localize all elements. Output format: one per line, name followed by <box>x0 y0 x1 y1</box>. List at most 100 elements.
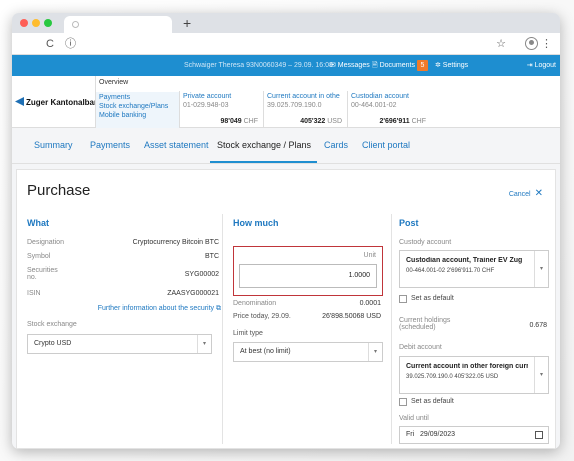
column-divider <box>222 214 223 444</box>
tab-payments[interactable]: Payments <box>90 140 130 150</box>
account-tile-private[interactable]: Private account 01-029.948-03 98'049 CHF <box>179 91 262 127</box>
settings-link[interactable]: ✲ Settings <box>435 55 468 76</box>
section-tabs: Summary Payments Asset statement Stock e… <box>12 128 560 164</box>
messages-link[interactable]: ✉ Messages <box>330 55 370 76</box>
debit-account-details: 39.025.709.190.0 405'322.05 USD <box>406 374 499 380</box>
browser-tab[interactable] <box>64 16 172 33</box>
bank-header: Zuger Kantonalbank Overview Payments Sto… <box>12 76 560 128</box>
valid-until-label: Valid until <box>399 415 429 422</box>
calendar-icon[interactable] <box>535 431 543 439</box>
denomination-label: Denomination <box>233 300 277 307</box>
tab-client-portal[interactable]: Client portal <box>362 140 410 150</box>
tab-favicon-icon <box>72 21 79 28</box>
securities-label: Securities no. <box>27 267 58 281</box>
reload-icon[interactable]: C <box>46 33 54 55</box>
new-tab-button[interactable]: + <box>183 13 191 33</box>
securities-value: SYG00002 <box>184 271 219 278</box>
active-tab-indicator <box>210 161 317 163</box>
further-information-link[interactable]: Further information about the security ⧉ <box>98 305 221 313</box>
price-today-value: 26'898.50068 USD <box>322 313 381 320</box>
account-tile-custodian[interactable]: Custodian account 00-464.001-02 2'696'91… <box>347 91 430 127</box>
price-today-label: Price today, 29.09. <box>233 313 291 320</box>
documents-count-badge: 5 <box>417 60 428 71</box>
post-heading: Post <box>399 218 419 228</box>
menu-mobile-banking[interactable]: Mobile banking <box>99 112 146 119</box>
bookmark-star-icon[interactable]: ☆ <box>496 33 506 55</box>
account-number: 01-029.948-03 <box>183 102 229 109</box>
browser-window: + C ⓘ ☆ ⋮ Schwaiger Theresa 93N0060349 –… <box>12 13 560 449</box>
browser-tabbar: + <box>12 13 560 33</box>
cancel-label: Cancel <box>508 191 531 198</box>
main-menu: Overview Payments Stock exchange/Plans M… <box>95 76 179 128</box>
browser-menu-icon[interactable]: ⋮ <box>541 33 552 55</box>
close-window-button[interactable] <box>20 19 28 27</box>
logout-link[interactable]: ⇥ Logout <box>527 55 556 76</box>
cancel-button[interactable]: Cancel ✕ <box>509 188 543 199</box>
valid-until-date-input[interactable]: Fri 29/09/2023 <box>399 426 549 444</box>
purchase-panel: Purchase Cancel ✕ What Designation Crypto… <box>16 169 556 449</box>
denomination-value: 0.0001 <box>359 300 381 307</box>
valid-until-day: Fri <box>406 431 415 438</box>
symbol-label: Symbol <box>27 253 51 260</box>
chevron-down-icon: ▾ <box>197 335 211 353</box>
tab-summary[interactable]: Summary <box>34 140 73 150</box>
debit-account-title: Current account in other foreign currenc… <box>406 363 528 370</box>
menu-overview[interactable]: Overview <box>99 79 128 86</box>
account-balance: 2'696'911 CHF <box>379 118 426 125</box>
set-default-checkbox[interactable] <box>399 295 407 303</box>
valid-until-date: 29/09/2023 <box>420 431 456 438</box>
how-much-heading: How much <box>233 218 279 228</box>
debit-account-label: Debit account <box>399 344 442 351</box>
account-tile-current[interactable]: Current account in othe 39.025.709.190.0… <box>263 91 346 127</box>
bank-name: Zuger Kantonalbank <box>26 98 104 107</box>
isin-label: ISIN <box>27 290 41 297</box>
user-session-info: Schwaiger Theresa 93N0060349 – 29.09. 16… <box>184 62 333 69</box>
address-bar: C ⓘ ☆ ⋮ <box>12 33 560 55</box>
bank-logo-icon <box>15 97 24 106</box>
tab-cards[interactable]: Cards <box>324 140 348 150</box>
profile-icon[interactable] <box>525 37 538 50</box>
menu-payments[interactable]: Payments <box>99 94 130 101</box>
unit-input[interactable]: 1.0000 <box>239 264 377 288</box>
stock-exchange-value: Crypto USD <box>34 340 72 347</box>
menu-stock-exchange[interactable]: Stock exchange/Plans <box>99 103 168 110</box>
limit-type-select[interactable]: At best (no limit) ▾ <box>233 342 383 362</box>
account-balance: 405'322 USD <box>300 118 342 125</box>
custody-account-title: Custodian account, Trainer EV Zug <box>406 257 523 264</box>
chevron-down-icon: ▾ <box>368 343 382 361</box>
chevron-down-icon: ▾ <box>534 357 548 393</box>
account-balance: 98'049 CHF <box>220 118 258 125</box>
designation-value: Cryptocurrency Bitcoin BTC <box>132 239 219 246</box>
documents-link[interactable]: 🗎 Documents <box>372 55 415 76</box>
set-default-checkbox-debit[interactable] <box>399 398 407 406</box>
set-default-label: Set as default <box>411 295 454 302</box>
what-heading: What <box>27 218 49 228</box>
top-navigation: Schwaiger Theresa 93N0060349 – 29.09. 16… <box>12 55 560 76</box>
maximize-window-button[interactable] <box>44 19 52 27</box>
unit-label: Unit <box>363 252 376 259</box>
bank-logo[interactable]: Zuger Kantonalbank <box>15 97 103 107</box>
set-default-label-debit: Set as default <box>411 398 454 405</box>
debit-account-select[interactable]: Current account in other foreign currenc… <box>399 356 549 394</box>
current-holdings-label: Current holdings (scheduled) <box>399 317 451 331</box>
limit-type-value: At best (no limit) <box>240 348 291 355</box>
custody-account-select[interactable]: Custodian account, Trainer EV Zug 00-464… <box>399 250 549 288</box>
minimize-window-button[interactable] <box>32 19 40 27</box>
account-name: Current account in othe <box>267 93 340 100</box>
tab-asset-statement[interactable]: Asset statement <box>144 140 209 150</box>
account-number: 39.025.709.190.0 <box>267 102 322 109</box>
custody-account-label: Custody account <box>399 239 452 246</box>
stock-exchange-select[interactable]: Crypto USD ▾ <box>27 334 212 354</box>
page-title: Purchase <box>27 182 91 199</box>
limit-type-label: Limit type <box>233 330 263 337</box>
custody-account-details: 00-464.001-02 2'696'911.70 CHF <box>406 268 495 274</box>
symbol-value: BTC <box>205 253 219 260</box>
current-holdings-value: 0.678 <box>529 322 547 329</box>
column-divider <box>391 214 392 444</box>
designation-label: Designation <box>27 239 64 246</box>
site-info-icon[interactable]: ⓘ <box>65 33 76 55</box>
chevron-down-icon: ▾ <box>534 251 548 287</box>
account-name: Custodian account <box>351 93 409 100</box>
tab-stock-exchange[interactable]: Stock exchange / Plans <box>217 140 311 150</box>
stock-exchange-label: Stock exchange <box>27 321 77 328</box>
